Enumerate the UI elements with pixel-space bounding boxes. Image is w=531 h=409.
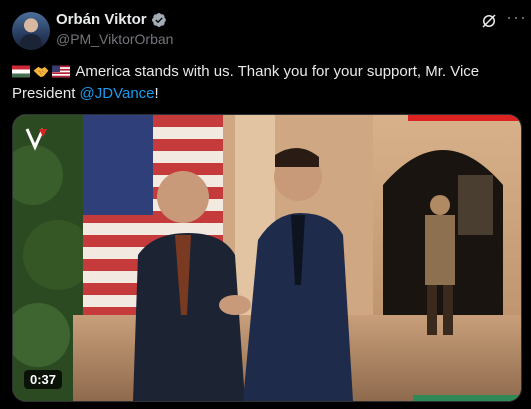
post-text: America stands with us. Thank you for yo… (12, 61, 512, 105)
more-options-icon[interactable]: ··· (506, 8, 527, 26)
author-name-row: Orbán Viktor (56, 11, 167, 28)
mention-link[interactable]: @JDVance (80, 85, 155, 102)
video-player[interactable] (12, 114, 522, 402)
handshake-icon (33, 66, 49, 78)
author-handle[interactable]: @PM_ViktorOrban (56, 31, 173, 47)
post-text-end: ! (154, 85, 159, 102)
flag-usa-icon (52, 65, 70, 78)
video-frame (13, 115, 521, 401)
verified-badge-icon (151, 12, 166, 27)
tweet: Orbán Viktor @PM_ViktorOrban ··· America… (0, 0, 531, 409)
profile-avatar[interactable] (12, 12, 50, 50)
author-name[interactable]: Orbán Viktor (56, 11, 147, 28)
video-duration-badge: 0:37 (24, 370, 63, 389)
grok-icon[interactable] (480, 12, 498, 30)
flag-hungary-icon (12, 65, 30, 78)
